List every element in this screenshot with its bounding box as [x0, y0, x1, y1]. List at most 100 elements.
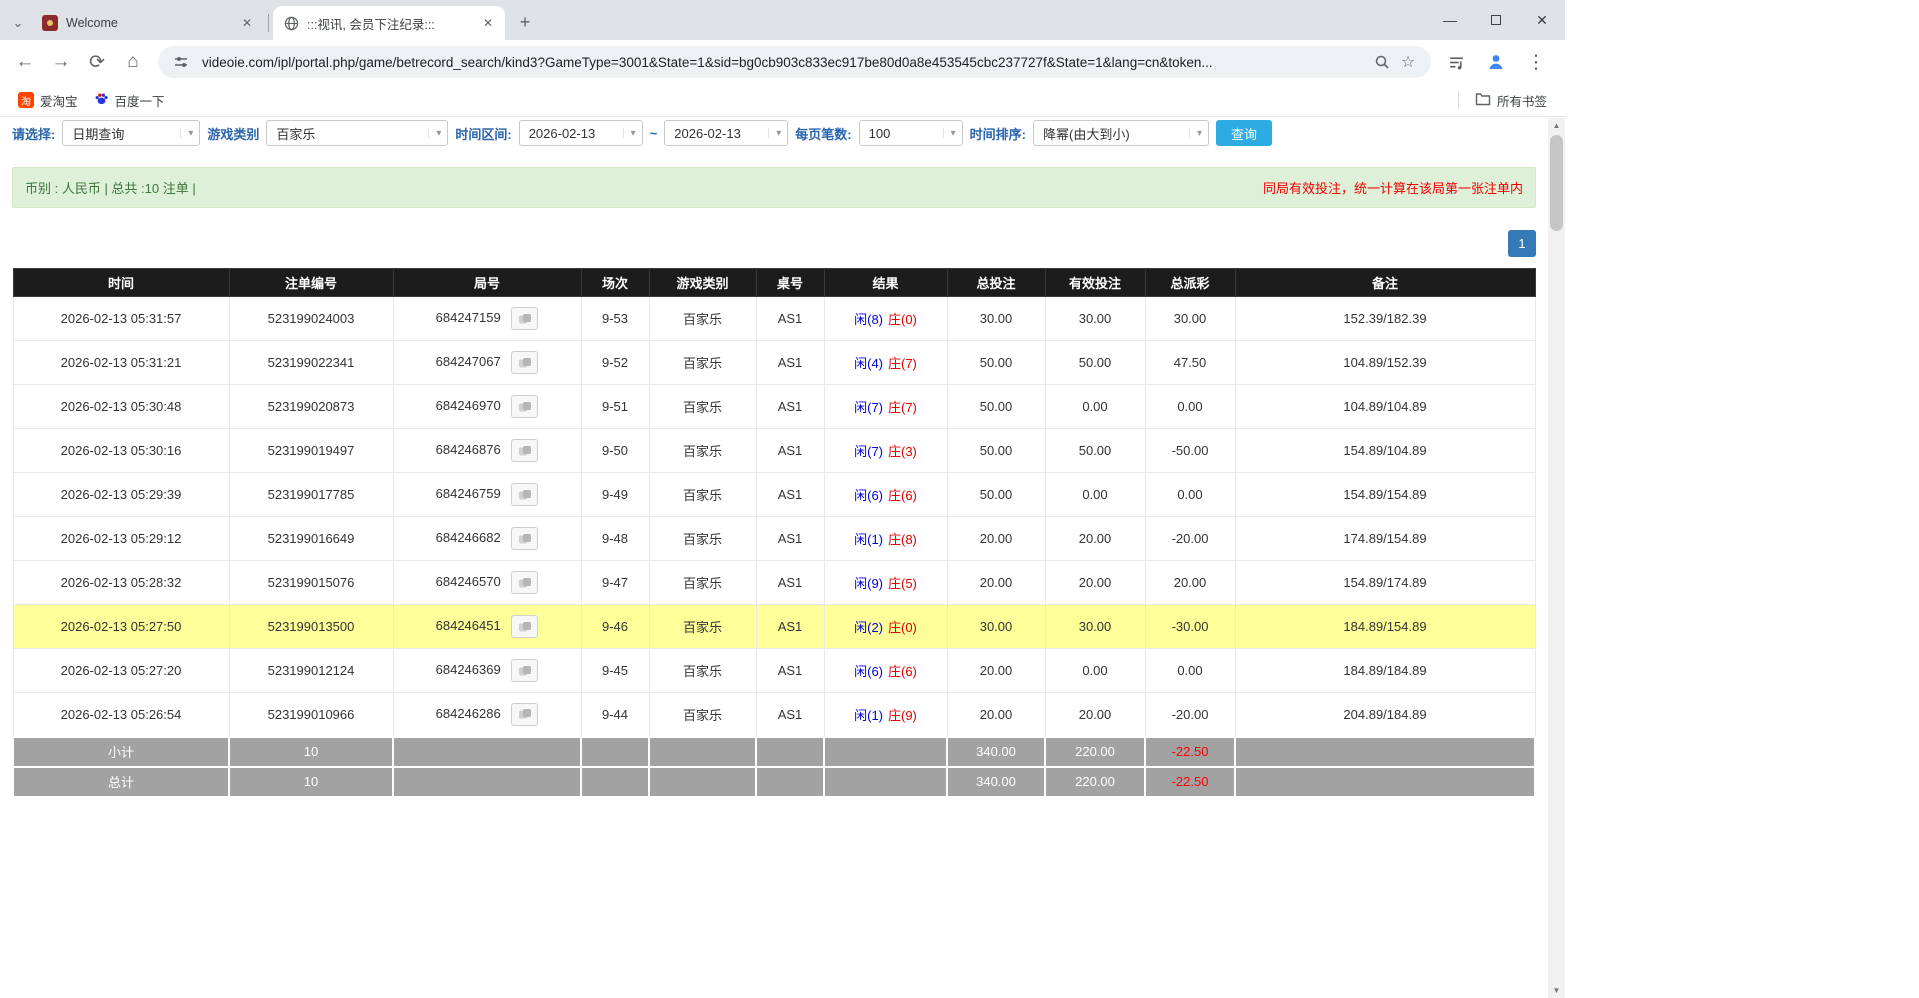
- view-cards-icon[interactable]: [511, 659, 538, 682]
- notice-text: 同局有效投注，统一计算在该局第一张注单内: [1263, 178, 1523, 197]
- cell-round-id: 684246286: [393, 693, 581, 737]
- total-row: 总计 10 340.00 220.00 -22.50: [13, 767, 1535, 797]
- menu-dots-icon[interactable]: ⋮: [1519, 45, 1553, 79]
- view-cards-icon[interactable]: [511, 307, 538, 330]
- bet-table-body: 2026-02-13 05:31:57 523199024003 6842471…: [13, 297, 1535, 737]
- new-tab-icon[interactable]: +: [511, 8, 539, 36]
- maximize-icon[interactable]: [1473, 0, 1519, 40]
- scrollbar-thumb[interactable]: [1550, 135, 1563, 231]
- tab-welcome[interactable]: Welcome ✕: [32, 6, 264, 40]
- bookmark-baidu[interactable]: 百度一下: [86, 87, 173, 114]
- minimize-icon[interactable]: —: [1427, 0, 1473, 40]
- view-cards-icon[interactable]: [511, 615, 538, 638]
- url-text[interactable]: videoie.com/ipl/portal.php/game/betrecor…: [194, 55, 1369, 70]
- all-bookmarks[interactable]: 所有书签: [1467, 87, 1555, 114]
- cell-game-type: 百家乐: [649, 341, 756, 385]
- cell-valid-bet: 20.00: [1045, 693, 1145, 737]
- result-banker: 庄(6): [888, 488, 917, 503]
- site-info-icon[interactable]: [168, 49, 194, 75]
- sort-value: 降幂(由大到小): [1043, 124, 1130, 143]
- cell-round-id: 684246876: [393, 429, 581, 473]
- cell-total-bet[interactable]: 50.00: [947, 385, 1045, 429]
- cell-game-type: 百家乐: [649, 693, 756, 737]
- forward-icon[interactable]: →: [44, 45, 78, 79]
- zoom-icon[interactable]: [1369, 49, 1395, 75]
- cell-result: 闲(6)庄(6): [824, 473, 947, 517]
- toolbar-right: ⋮: [1439, 45, 1557, 79]
- view-cards-icon[interactable]: [511, 439, 538, 462]
- tab-favicon: [42, 15, 58, 31]
- view-cards-icon[interactable]: [511, 703, 538, 726]
- reload-icon[interactable]: ⟳: [80, 45, 114, 79]
- sort-select[interactable]: 降幂(由大到小) ▾: [1033, 120, 1209, 146]
- cell-total-bet[interactable]: 50.00: [947, 429, 1045, 473]
- cell-total-bet[interactable]: 30.00: [947, 297, 1045, 341]
- game-type-label: 游戏类别: [207, 124, 259, 143]
- subtotal-total-bet: 340.00: [947, 737, 1045, 767]
- round-id-text: 684246682: [436, 530, 501, 545]
- cell-total-bet[interactable]: 20.00: [947, 693, 1045, 737]
- cell-result: 闲(1)庄(8): [824, 517, 947, 561]
- cell-note: 154.89/174.89: [1235, 561, 1535, 605]
- scroll-down-icon[interactable]: ▼: [1548, 983, 1565, 998]
- cell-total-bet[interactable]: 20.00: [947, 561, 1045, 605]
- tab-close-icon[interactable]: ✕: [479, 14, 497, 32]
- cell-total-bet[interactable]: 20.00: [947, 649, 1045, 693]
- page-size-label: 每页笔数:: [795, 124, 851, 143]
- view-cards-icon[interactable]: [511, 395, 538, 418]
- cell-valid-bet: 0.00: [1045, 649, 1145, 693]
- tab-strip: ⌄ Welcome ✕ :::视讯, 会员下注纪录::: ✕ + — ✕: [0, 0, 1565, 40]
- cell-bet-id: 523199022341: [229, 341, 393, 385]
- result-banker: 庄(5): [888, 576, 917, 591]
- cell-result: 闲(7)庄(7): [824, 385, 947, 429]
- view-cards-icon[interactable]: [511, 527, 538, 550]
- cell-total-bet[interactable]: 50.00: [947, 473, 1045, 517]
- page-size-select[interactable]: 100 ▾: [859, 120, 963, 146]
- date-to-select[interactable]: 2026-02-13 ▾: [664, 120, 788, 146]
- cell-note: 204.89/184.89: [1235, 693, 1535, 737]
- game-type-select[interactable]: 百家乐 ▾: [266, 120, 448, 146]
- total-label: 总计: [13, 767, 229, 797]
- tab-divider: [268, 14, 269, 32]
- cell-table-no: AS1: [756, 561, 824, 605]
- cell-game-type: 百家乐: [649, 517, 756, 561]
- date-from-select[interactable]: 2026-02-13 ▾: [519, 120, 643, 146]
- media-controls-icon[interactable]: [1439, 45, 1473, 79]
- result-banker: 庄(6): [888, 664, 917, 679]
- cell-session: 9-53: [581, 297, 649, 341]
- query-type-select[interactable]: 日期查询 ▾: [62, 120, 200, 146]
- tab-close-icon[interactable]: ✕: [238, 14, 256, 32]
- view-cards-icon[interactable]: [511, 483, 538, 506]
- cell-session: 9-46: [581, 605, 649, 649]
- bookmark-star-icon[interactable]: ☆: [1395, 49, 1421, 75]
- page-button-1[interactable]: 1: [1508, 230, 1536, 257]
- home-icon[interactable]: ⌂: [116, 45, 150, 79]
- cell-result: 闲(8)庄(0): [824, 297, 947, 341]
- cell-valid-bet: 20.00: [1045, 561, 1145, 605]
- view-cards-icon[interactable]: [511, 351, 538, 374]
- globe-icon: [283, 15, 299, 31]
- profile-avatar[interactable]: [1479, 45, 1513, 79]
- address-bar[interactable]: videoie.com/ipl/portal.php/game/betrecor…: [158, 46, 1431, 78]
- cell-note: 104.89/152.39: [1235, 341, 1535, 385]
- cell-result: 闲(7)庄(3): [824, 429, 947, 473]
- close-icon[interactable]: ✕: [1519, 0, 1565, 40]
- page-scrollbar[interactable]: ▲ ▼: [1548, 118, 1565, 998]
- tab-search-chevron-icon[interactable]: ⌄: [4, 6, 32, 40]
- cell-table-no: AS1: [756, 649, 824, 693]
- column-header: 总投注: [947, 269, 1045, 297]
- bookmark-taobao[interactable]: 淘 爱淘宝: [10, 87, 86, 114]
- cell-total-bet[interactable]: 50.00: [947, 341, 1045, 385]
- cell-payout: -50.00: [1145, 429, 1235, 473]
- tab-bet-record[interactable]: :::视讯, 会员下注纪录::: ✕: [273, 6, 505, 40]
- scroll-up-icon[interactable]: ▲: [1548, 118, 1565, 133]
- filter-bar: 请选择: 日期查询 ▾ 游戏类别 百家乐 ▾ 时间区间: 2026-02-13 …: [12, 120, 1536, 146]
- search-button[interactable]: 查询: [1216, 120, 1272, 146]
- cell-note: 104.89/104.89: [1235, 385, 1535, 429]
- cell-total-bet[interactable]: 30.00: [947, 605, 1045, 649]
- cell-table-no: AS1: [756, 341, 824, 385]
- view-cards-icon[interactable]: [511, 571, 538, 594]
- back-icon[interactable]: ←: [8, 45, 42, 79]
- cell-total-bet[interactable]: 20.00: [947, 517, 1045, 561]
- bet-record-table: 时间注单编号局号场次游戏类别桌号结果总投注有效投注总派彩备注 2026-02-1…: [12, 268, 1536, 798]
